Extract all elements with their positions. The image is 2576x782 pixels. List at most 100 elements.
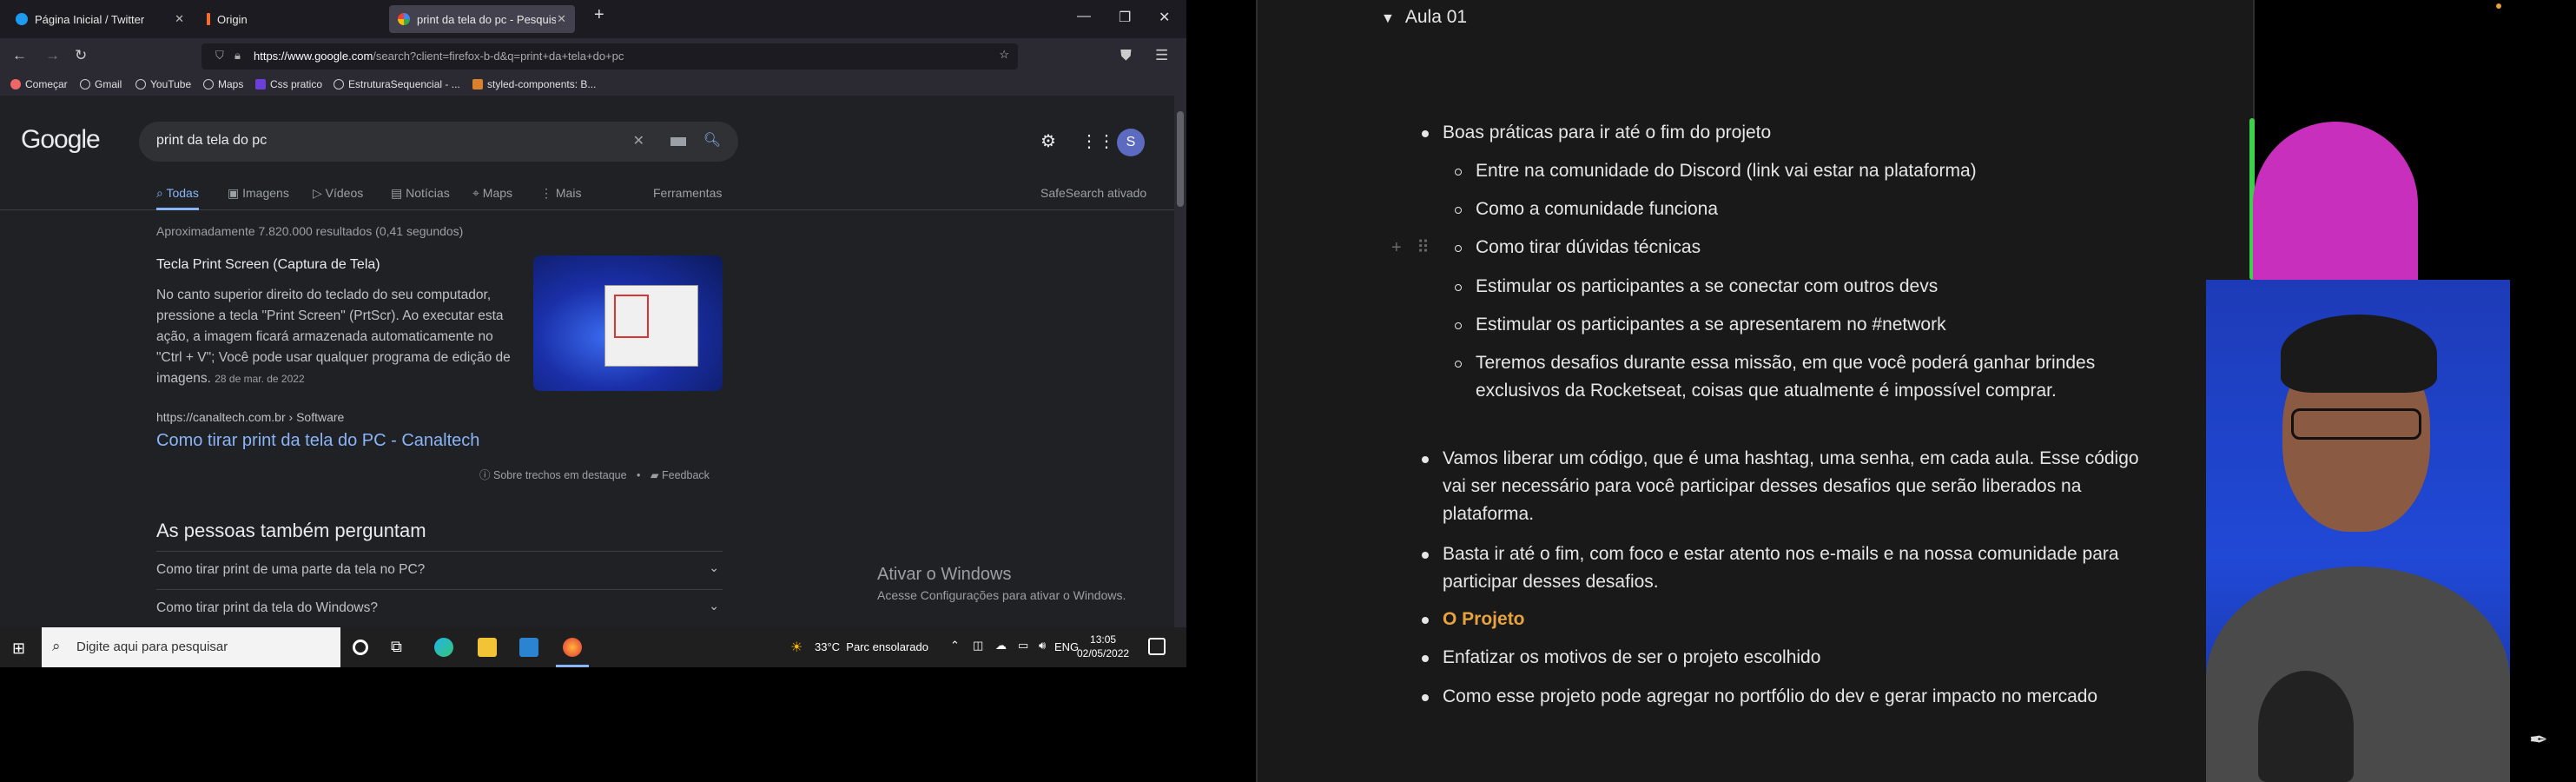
paa-item[interactable]: Como tirar print de uma parte da tela no… xyxy=(156,551,723,589)
drag-handle-icon[interactable]: ⠿ xyxy=(1417,238,1430,257)
lock-icon: 🔒︎ xyxy=(234,49,241,62)
google-logo[interactable]: Google xyxy=(21,125,101,155)
twitter-icon xyxy=(16,13,28,25)
list-item[interactable]: Como esse projeto pode agregar no portfó… xyxy=(1422,683,2163,711)
presenter-hair xyxy=(2281,315,2437,393)
list-item[interactable]: Entre na comunidade do Discord (link vai… xyxy=(1455,157,1977,185)
list-item[interactable]: Estimular os participantes a se conectar… xyxy=(1455,273,1938,301)
help-icon: ⓘ xyxy=(479,469,493,481)
search-icon[interactable]: 🔍︎ xyxy=(703,131,721,149)
bookmark-estrutura[interactable]: EstruturaSequencial - ... xyxy=(334,78,460,90)
file-explorer-icon[interactable] xyxy=(478,638,497,657)
result-link[interactable]: Como tirar print da tela do PC - Canalte… xyxy=(156,431,479,451)
tab-imagens[interactable]: ▣ Imagens xyxy=(228,186,289,201)
chevron-up-icon[interactable]: ⌃ xyxy=(950,639,960,653)
search-query: print da tela do pc xyxy=(156,133,268,148)
minimize-icon[interactable]: — xyxy=(1077,9,1091,24)
bookmark-youtube[interactable]: YouTube xyxy=(135,78,191,90)
bullet-icon xyxy=(1422,655,1429,662)
close-icon[interactable]: ✕ xyxy=(557,12,566,26)
tab-todas[interactable]: ⌕ Todas xyxy=(156,186,199,210)
paa-item[interactable]: Como tirar print da tela do Windows? ⌄ xyxy=(156,589,723,627)
list-item[interactable]: Teremos desafios durante essa missão, em… xyxy=(1455,349,2144,405)
apps-grid-icon[interactable]: ⋮⋮ xyxy=(1080,130,1115,152)
close-icon[interactable]: ✕ xyxy=(175,12,184,26)
bookmark-gmail[interactable]: Gmail xyxy=(80,78,122,90)
bullet-icon xyxy=(1455,169,1462,176)
list-item[interactable]: Como tirar dúvidas técnicas xyxy=(1455,234,1701,262)
task-view-icon[interactable]: ⧉ xyxy=(391,638,410,657)
feedback-link[interactable]: Feedback xyxy=(662,469,710,481)
cortana-icon[interactable] xyxy=(353,640,368,655)
clear-icon[interactable]: ✕ xyxy=(633,132,644,149)
new-tab-button[interactable]: + xyxy=(594,5,604,25)
about-snippets-link[interactable]: Sobre trechos em destaque xyxy=(493,469,627,481)
list-item[interactable]: Enfatizar os motivos de ser o projeto es… xyxy=(1422,644,1820,672)
tab-videos[interactable]: ▷ Vídeos xyxy=(313,186,363,201)
avatar[interactable]: S xyxy=(1117,129,1145,156)
page-scrollbar[interactable] xyxy=(1174,96,1186,627)
tab-origin[interactable]: Origin xyxy=(198,5,384,33)
google-results-page: Google print da tela do pc ✕ 🔍︎ ⚙ ⋮⋮ S ⌕… xyxy=(0,96,1174,627)
tab-label: print da tela do pc - Pesquisa G xyxy=(417,12,556,26)
toggle-triangle-icon[interactable]: ▼ xyxy=(1381,11,1395,26)
bookmark-comecar[interactable]: Começar xyxy=(10,78,68,90)
list-item[interactable]: Como a comunidade funciona xyxy=(1455,196,1718,223)
toggle-heading[interactable]: ▼ Aula 01 xyxy=(1381,7,1467,28)
vscode-icon[interactable] xyxy=(519,638,538,657)
taskbar-search-input[interactable]: ⌕ Digite aqui para pesquisar xyxy=(42,627,340,667)
onedrive-icon[interactable]: ☁ xyxy=(995,639,1007,653)
tools-button[interactable]: Ferramentas xyxy=(653,186,722,200)
list-item[interactable]: O Projeto xyxy=(1422,606,1525,633)
windows-start-icon[interactable]: ⊞ xyxy=(12,640,25,658)
bookmark-styled-components[interactable]: styled-components: B... xyxy=(472,78,596,90)
volume-icon[interactable]: 🔊︎ xyxy=(1039,639,1046,653)
list-item[interactable]: Vamos liberar um código, que é uma hasht… xyxy=(1422,445,2163,528)
scrollbar-thumb[interactable] xyxy=(1177,111,1184,207)
list-item[interactable]: Estimular os participantes a se apresent… xyxy=(1455,311,1946,339)
bullet-icon xyxy=(1422,130,1429,137)
tab-noticias[interactable]: ▤ Notícias xyxy=(391,186,450,201)
network-icon[interactable]: ◫ xyxy=(973,639,983,653)
shield-icon: ⛉ xyxy=(215,49,224,62)
pocket-icon[interactable]: ⛊ xyxy=(1120,47,1132,64)
url-bar[interactable]: ⛉ 🔒︎ https://www.google.com/search?clien… xyxy=(201,43,1018,70)
pen-icon[interactable]: ✒ xyxy=(2529,726,2560,758)
bookmark-css-pratico[interactable]: Css pratico xyxy=(255,78,322,90)
clock[interactable]: 13:05 02/05/2022 xyxy=(1077,633,1129,660)
notifications-icon[interactable] xyxy=(1148,638,1166,655)
restore-icon[interactable]: ❐ xyxy=(1119,9,1131,26)
keyboard-icon[interactable] xyxy=(670,137,686,146)
search-input[interactable]: print da tela do pc ✕ 🔍︎ xyxy=(139,122,738,162)
plus-icon[interactable]: + xyxy=(1391,238,1402,257)
weather-icon[interactable]: ☀ xyxy=(790,639,803,656)
result-url[interactable]: https://canaltech.com.br › Software xyxy=(156,410,344,424)
menu-icon[interactable]: ☰ xyxy=(1155,47,1168,64)
tab-twitter[interactable]: Página Inicial / Twitter ✕ xyxy=(7,5,193,33)
safesearch-label[interactable]: SafeSearch ativado xyxy=(1040,186,1146,200)
language-indicator[interactable]: ENG xyxy=(1054,640,1079,653)
tab-mais[interactable]: ⋮ Mais xyxy=(540,186,581,201)
settings-gear-icon[interactable]: ⚙ xyxy=(1040,130,1056,152)
tab-google-search[interactable]: print da tela do pc - Pesquisa G ✕ xyxy=(389,5,575,33)
bookmark-maps[interactable]: Maps xyxy=(203,78,243,90)
list-item[interactable]: Boas práticas para ir até o fim do proje… xyxy=(1422,119,1771,147)
snippet-image[interactable] xyxy=(533,255,723,391)
google-icon xyxy=(398,13,410,25)
monitor-icon[interactable]: ▭ xyxy=(1018,639,1028,653)
forward-icon[interactable]: → xyxy=(45,47,60,64)
back-icon[interactable]: ← xyxy=(12,47,27,64)
firefox-icon[interactable] xyxy=(563,638,582,657)
weather-text[interactable]: 33°C Parc ensolarado xyxy=(815,640,928,653)
paa-heading: As pessoas também perguntam xyxy=(156,520,426,541)
bullet-icon xyxy=(1422,456,1429,463)
bookmarks-bar: Começar Gmail YouTube Maps Css pratico E… xyxy=(0,75,1186,96)
edge-icon[interactable] xyxy=(434,638,453,657)
notes-panel: ▼ Aula 01 Boas práticas para ir até o fim… xyxy=(1256,0,2255,782)
bookmark-star-icon[interactable]: ☆ xyxy=(999,48,1009,62)
list-item[interactable]: Basta ir até o fim, com foco e estar ate… xyxy=(1422,540,2163,596)
window-close-icon[interactable]: ✕ xyxy=(1159,9,1170,26)
block-handle[interactable]: + ⠿ xyxy=(1391,236,1430,258)
reload-icon[interactable]: ↻ xyxy=(75,47,87,64)
tab-maps[interactable]: ⌖ Maps xyxy=(472,186,512,201)
